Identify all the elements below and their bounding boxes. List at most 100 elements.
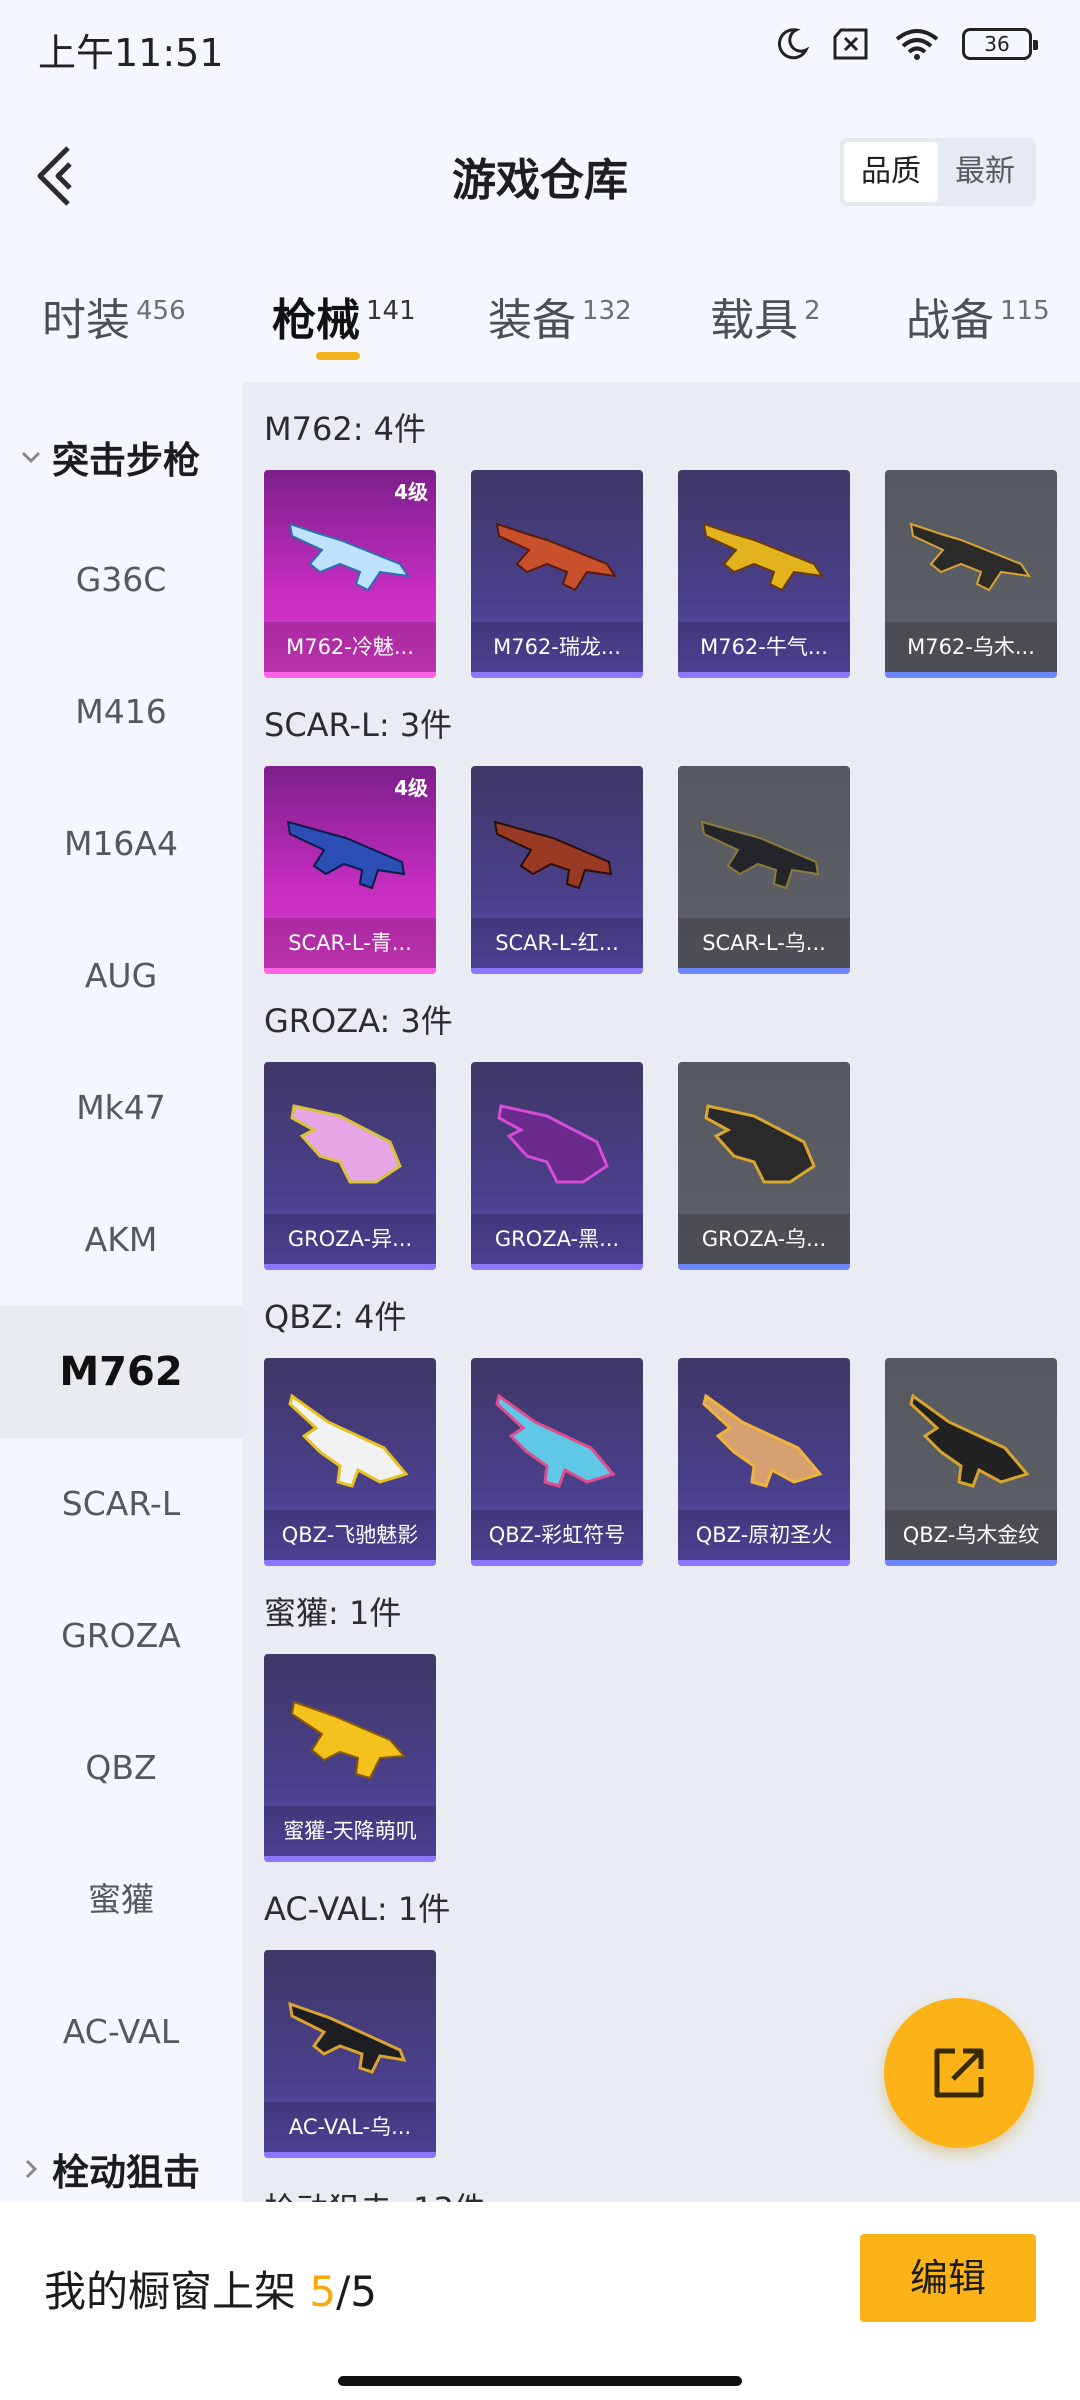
tab-label: 枪械 <box>272 295 360 346</box>
sidebar-item-m416[interactable]: M416 <box>0 646 242 778</box>
group-title: QBZ: 4件 <box>264 1298 407 1336</box>
tab-count: 115 <box>1000 296 1050 326</box>
chevron-right-icon <box>25 2159 38 2179</box>
skin-name: GROZA-黑... <box>471 1214 643 1264</box>
tab-label: 载具 <box>710 295 798 346</box>
skin-card[interactable]: M762-牛气... <box>678 470 850 678</box>
rarity-bar <box>678 968 850 974</box>
active-tab-indicator <box>316 352 360 360</box>
tab-vehicles[interactable]: 载具 2 <box>710 284 821 348</box>
skin-name: QBZ-彩虹符号 <box>471 1510 643 1560</box>
skin-card[interactable]: GROZA-乌... <box>678 1062 850 1270</box>
category-tabs: 时装 456 枪械 141 装备 132 载具 2 战备 115 <box>0 270 1080 366</box>
skin-name: QBZ-原初圣火 <box>678 1510 850 1560</box>
rarity-bar <box>471 1264 643 1270</box>
tab-count: 2 <box>804 296 821 326</box>
skin-name: QBZ-飞驰魅影 <box>264 1510 436 1560</box>
rarity-bar <box>264 968 436 974</box>
skin-card[interactable]: AC-VAL-乌... <box>264 1950 436 2158</box>
rifle-icon <box>288 522 411 592</box>
group-title: GROZA: 3件 <box>264 1002 453 1040</box>
sort-newest-button[interactable]: 最新 <box>938 142 1032 202</box>
skin-card[interactable]: 4级 SCAR-L-青... <box>264 766 436 974</box>
skin-card[interactable]: SCAR-L-红... <box>471 766 643 974</box>
sim-none-icon <box>833 28 868 60</box>
home-indicator[interactable] <box>338 2376 742 2386</box>
skin-name: GROZA-异... <box>264 1214 436 1264</box>
sidebar-item-qbz[interactable]: QBZ <box>0 1702 242 1834</box>
showcase-total-count: /5 <box>336 2267 377 2316</box>
skin-name: GROZA-乌... <box>678 1214 850 1264</box>
sidebar-item-aug[interactable]: AUG <box>0 910 242 1042</box>
skin-card[interactable]: M762-乌木... <box>885 470 1057 678</box>
tab-fashion[interactable]: 时装 456 <box>42 284 186 348</box>
edit-button[interactable]: 编辑 <box>860 2234 1036 2322</box>
tab-gear[interactable]: 战备 115 <box>906 284 1050 348</box>
rifle-icon <box>290 1700 407 1780</box>
share-button[interactable] <box>884 1998 1034 2148</box>
sort-toggle: 品质 最新 <box>840 138 1036 206</box>
skin-card[interactable]: SCAR-L-乌... <box>678 766 850 974</box>
sidebar-item-ac-val[interactable]: AC-VAL <box>0 1966 242 2098</box>
skin-card[interactable]: QBZ-原初圣火 <box>678 1358 850 1566</box>
sidebar-section-bolt-snipers[interactable]: 栓动狙击 <box>18 2142 200 2196</box>
tab-count: 132 <box>582 296 632 326</box>
skin-name: 蜜獾-天降萌叽 <box>264 1806 436 1856</box>
showcase-status: 我的橱窗上架 5/5 <box>44 2258 377 2319</box>
rifle-icon <box>704 1104 816 1184</box>
sidebar-item-mk47[interactable]: Mk47 <box>0 1042 242 1174</box>
status-bar: 上午11:51 36 <box>0 0 1080 96</box>
skin-card[interactable]: QBZ-乌木金纹 <box>885 1358 1057 1566</box>
sidebar-item-g36c[interactable]: G36C <box>0 514 242 646</box>
rarity-bar <box>885 672 1057 678</box>
sidebar-item-groza[interactable]: GROZA <box>0 1570 242 1702</box>
skin-card[interactable]: QBZ-飞驰魅影 <box>264 1358 436 1566</box>
rarity-bar <box>678 1264 850 1270</box>
showcase-label: 我的橱窗上架 <box>44 2267 297 2316</box>
rarity-bar <box>264 1560 436 1566</box>
skin-card[interactable]: QBZ-彩虹符号 <box>471 1358 643 1566</box>
rarity-bar <box>471 1560 643 1566</box>
showcase-current-count: 5 <box>309 2267 337 2316</box>
skin-card[interactable]: GROZA-异... <box>264 1062 436 1270</box>
rifle-icon <box>700 820 820 890</box>
tab-equipment[interactable]: 装备 132 <box>488 284 632 348</box>
sidebar-section-label: 突击步枪 <box>52 439 200 482</box>
weapon-type-sidebar: 突击步枪 G36C M416 M16A4 AUG Mk47 AKM M762 S… <box>0 382 242 2202</box>
skin-name: M762-冷魅... <box>264 622 436 672</box>
sidebar-item-akm[interactable]: AKM <box>0 1174 242 1306</box>
rifle-icon <box>702 1393 823 1488</box>
rifle-icon <box>495 1393 616 1488</box>
rarity-bar <box>264 2152 436 2158</box>
status-time: 上午11:51 <box>38 31 224 75</box>
battery-icon: 36 <box>962 28 1038 60</box>
group-title: 栓动狙击: 13件 <box>264 2184 486 2202</box>
skin-card[interactable]: M762-瑞龙... <box>471 470 643 678</box>
skin-name: AC-VAL-乌... <box>264 2102 436 2152</box>
sidebar-item-honey-badger[interactable]: 蜜獾 <box>0 1834 242 1966</box>
skin-name: M762-牛气... <box>678 622 850 672</box>
sidebar-item-m762[interactable]: M762 <box>0 1306 242 1438</box>
sort-quality-button[interactable]: 品质 <box>844 142 938 202</box>
showcase-bar: 我的橱窗上架 5/5 编辑 <box>0 2202 1080 2400</box>
rifle-icon <box>495 522 618 592</box>
tab-label: 装备 <box>488 295 576 346</box>
sidebar-item-m16a4[interactable]: M16A4 <box>0 778 242 910</box>
sidebar-section-assault-rifles[interactable]: 突击步枪 <box>18 430 200 484</box>
tab-guns[interactable]: 枪械 141 <box>272 284 416 348</box>
tab-label: 时装 <box>42 295 130 346</box>
skin-name: SCAR-L-红... <box>471 918 643 968</box>
rifle-icon <box>497 1104 609 1184</box>
sidebar-item-scar-l[interactable]: SCAR-L <box>0 1438 242 1570</box>
tab-label: 战备 <box>906 295 994 346</box>
rarity-bar <box>264 1856 436 1862</box>
skin-name: QBZ-乌木金纹 <box>885 1510 1057 1560</box>
wifi-icon <box>895 29 939 60</box>
chevron-down-icon <box>21 451 41 464</box>
rarity-bar <box>471 968 643 974</box>
skin-card[interactable]: GROZA-黑... <box>471 1062 643 1270</box>
weapon-skin-grid: M762: 4件 4级 M762-冷魅... M762-瑞龙... M762-牛… <box>242 382 1080 2202</box>
skin-card[interactable]: 蜜獾-天降萌叽 <box>264 1654 436 1862</box>
rarity-bar <box>471 672 643 678</box>
skin-card[interactable]: 4级 M762-冷魅... <box>264 470 436 678</box>
